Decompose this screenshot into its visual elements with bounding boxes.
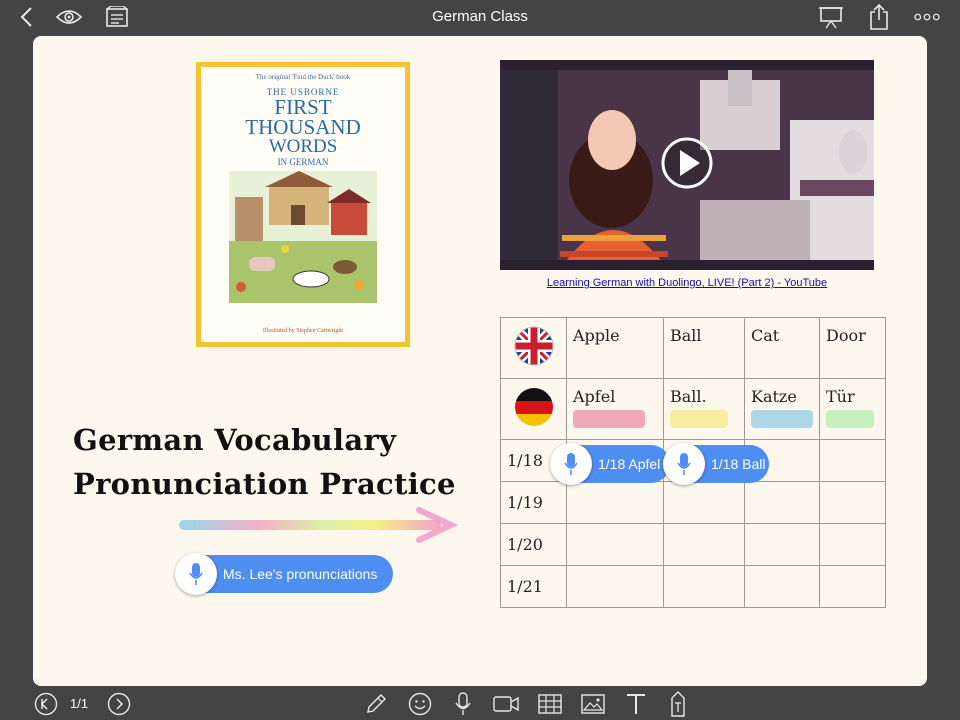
- emoji-icon[interactable]: [407, 691, 433, 717]
- german-flag-icon: [514, 388, 553, 426]
- heading-line1: German Vocabulary: [73, 423, 397, 457]
- more-icon[interactable]: [914, 4, 940, 30]
- cell-empty[interactable]: [566, 523, 664, 566]
- table-icon[interactable]: [537, 691, 563, 717]
- app-title: German Class: [432, 8, 528, 25]
- previous-page-icon[interactable]: [33, 691, 59, 717]
- table-row-date-1: 1/19: [500, 481, 886, 524]
- bottom-toolbar: 1/1: [0, 688, 960, 720]
- rainbow-arrow-drawing: [179, 507, 457, 543]
- cell-empty[interactable]: [819, 439, 886, 482]
- cell-english-3[interactable]: Door: [819, 317, 886, 379]
- book-cover-image[interactable]: The original 'Find the Duck' book THE US…: [196, 62, 410, 347]
- cell-empty[interactable]: [663, 565, 745, 608]
- cell-german-1[interactable]: Ball.: [663, 378, 745, 440]
- cell-empty[interactable]: [819, 481, 886, 524]
- audio-clip-ms-lee[interactable]: Ms. Lee's pronunciations: [175, 553, 393, 595]
- cell-german-2[interactable]: Katze: [744, 378, 820, 440]
- video-camera-icon[interactable]: [493, 691, 519, 717]
- audio-clip-1-18-apfel[interactable]: 1/18 Apfel: [550, 443, 670, 485]
- microphone-icon[interactable]: [450, 691, 476, 717]
- cell-empty[interactable]: [744, 481, 820, 524]
- cell-english-0[interactable]: Apple: [566, 317, 664, 379]
- next-page-icon[interactable]: [106, 691, 132, 717]
- table-row-date-2: 1/20: [500, 523, 886, 566]
- highlight-swatch-pink: [573, 410, 645, 428]
- cell-empty[interactable]: [819, 523, 886, 566]
- highlight-swatch-blue: [751, 410, 813, 428]
- page-indicator: 1/1: [70, 696, 89, 711]
- book-illustrator: Illustrated by Stephen Cartwright: [262, 328, 344, 334]
- microphone-icon: [175, 553, 217, 595]
- share-icon[interactable]: [866, 4, 892, 30]
- date-cell-1[interactable]: 1/19: [500, 481, 567, 524]
- farm-illustration: [229, 171, 377, 303]
- cell-empty[interactable]: [744, 523, 820, 566]
- cell-empty[interactable]: [819, 565, 886, 608]
- cell-german-0[interactable]: Apfel: [566, 378, 664, 440]
- video-thumbnail[interactable]: [500, 60, 874, 270]
- top-toolbar: German Class: [0, 0, 960, 34]
- uk-flag-icon: [514, 326, 553, 366]
- pencil-icon[interactable]: [363, 691, 389, 717]
- image-icon[interactable]: [580, 691, 606, 717]
- book-tagline: The original 'Find the Duck' book: [255, 73, 351, 81]
- page-heading: German Vocabulary Pronunciation Practice: [73, 418, 456, 506]
- date-cell-2[interactable]: 1/20: [500, 523, 567, 566]
- cell-empty[interactable]: [566, 481, 664, 524]
- table-row-english: Apple Ball Cat Door: [500, 317, 886, 379]
- book-title-line4: IN GERMAN: [277, 157, 329, 167]
- book-title-line3: WORDS: [268, 136, 338, 157]
- cell-english-2[interactable]: Cat: [744, 317, 820, 379]
- text-box-icon[interactable]: [665, 691, 691, 717]
- german-word-0: Apfel: [573, 387, 616, 406]
- uk-flag-cell: [500, 317, 567, 379]
- cell-english-1[interactable]: Ball: [663, 317, 745, 379]
- german-word-2: Katze: [751, 387, 797, 406]
- book-title-line2: THOUSAND: [245, 115, 361, 139]
- highlight-swatch-yellow: [670, 410, 728, 428]
- video-frame: [500, 60, 874, 270]
- table-row-date-3: 1/21: [500, 565, 886, 608]
- cell-empty[interactable]: [566, 565, 664, 608]
- text-icon[interactable]: [623, 691, 649, 717]
- german-word-3: Tür: [826, 387, 855, 406]
- note-canvas[interactable]: The original 'Find the Duck' book THE US…: [33, 36, 927, 686]
- audio-clip-1-18-ball[interactable]: 1/18 Ball: [663, 443, 769, 485]
- cell-empty[interactable]: [663, 481, 745, 524]
- microphone-icon: [550, 443, 592, 485]
- german-flag-cell: [500, 378, 567, 440]
- date-cell-3[interactable]: 1/21: [500, 565, 567, 608]
- cell-german-3[interactable]: Tür: [819, 378, 886, 440]
- german-word-1: Ball.: [670, 387, 707, 406]
- microphone-icon: [663, 443, 705, 485]
- cell-empty[interactable]: [663, 523, 745, 566]
- video-link[interactable]: Learning German with Duolingo, LIVE! (Pa…: [500, 277, 874, 289]
- table-row-german: Apfel Ball. Katze Tür: [500, 378, 886, 440]
- heading-line2: Pronunciation Practice: [73, 467, 456, 501]
- book-cover-inner: The original 'Find the Duck' book THE US…: [201, 67, 405, 342]
- cell-empty[interactable]: [744, 565, 820, 608]
- highlight-swatch-green: [826, 410, 874, 428]
- presentation-icon[interactable]: [818, 4, 844, 30]
